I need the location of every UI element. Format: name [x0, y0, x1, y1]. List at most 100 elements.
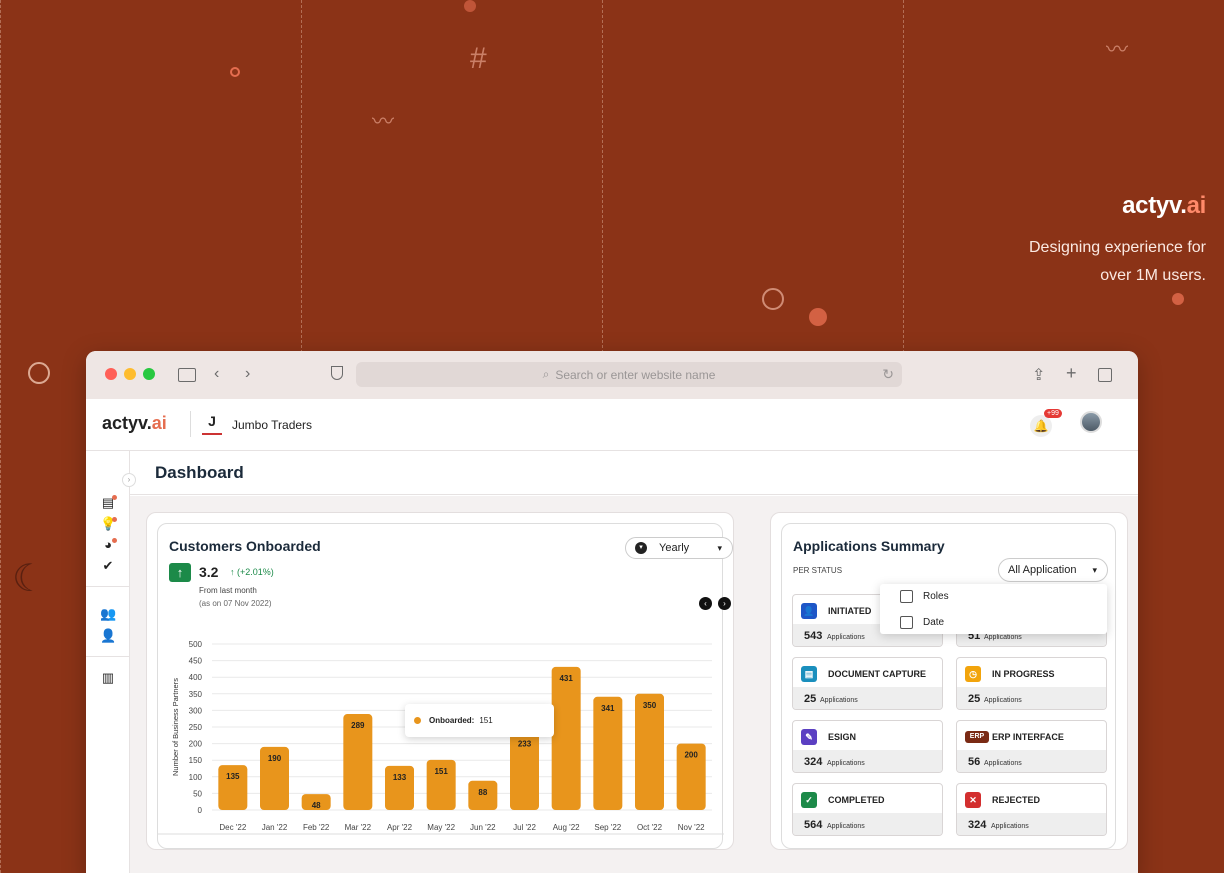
notification-badge: +99	[1044, 409, 1062, 418]
status-card[interactable]: ◷ IN PROGRESS 25 Applications	[956, 657, 1107, 710]
deco-dot	[1172, 293, 1184, 305]
y-tick-label: 250	[189, 723, 203, 732]
avatar[interactable]	[1080, 411, 1102, 433]
deco-dot	[464, 0, 476, 12]
bar-value-label: 431	[559, 674, 573, 683]
as-on-date-label: (as on 07 Nov 2022)	[199, 599, 272, 608]
document-icon: ▤	[801, 666, 817, 682]
reload-icon[interactable]: ↻	[882, 366, 894, 383]
sidebar-divider	[86, 586, 130, 587]
bar-value-label: 151	[434, 767, 448, 776]
status-card[interactable]: ✎ ESIGN 324 Applications	[792, 720, 943, 773]
x-tick-label: Apr '22	[387, 823, 413, 832]
forward-icon[interactable]: ›	[245, 365, 250, 383]
per-status-label: PER STATUS	[793, 566, 843, 575]
status-applications-label: Applications	[820, 697, 858, 704]
status-count: 324	[968, 819, 987, 831]
application-filter-select[interactable]: All Application ▾	[998, 558, 1108, 582]
customers-onboarded-title: Customers Onboarded	[169, 538, 321, 554]
y-tick-label: 100	[189, 773, 203, 782]
maximize-window-button[interactable]	[143, 368, 155, 380]
close-window-button[interactable]	[105, 368, 117, 380]
status-applications-label: Applications	[984, 697, 1022, 704]
dropdown-item-roles[interactable]: Roles	[900, 590, 949, 603]
arrow-up-icon: ↑	[169, 563, 191, 582]
y-tick-label: 400	[189, 673, 203, 682]
bar-chart-icon[interactable]: ▥	[100, 670, 116, 686]
y-axis-label: Number of Business Partners	[171, 678, 180, 776]
date-checkbox[interactable]	[900, 616, 913, 629]
hero-tagline-line2: over 1M users.	[1100, 267, 1206, 284]
deco-ring	[28, 362, 50, 384]
clock-icon: ◷	[965, 666, 981, 682]
x-tick-label: Sep '22	[594, 823, 621, 832]
status-card[interactable]: ✓ COMPLETED 564 Applications	[792, 783, 943, 836]
sidebar-alert-dot	[112, 495, 117, 500]
deco-moon: ☾	[12, 558, 47, 600]
status-applications-label: Applications	[984, 634, 1022, 641]
deco-squiggle: 〰	[372, 109, 395, 134]
status-count: 324	[804, 756, 823, 768]
sidebar-toggle-icon[interactable]	[178, 368, 196, 382]
address-placeholder: Search or enter website name	[555, 367, 716, 382]
x-tick-label: Dec '22	[219, 823, 246, 832]
page-header: Dashboard	[130, 451, 1138, 495]
privacy-shield-icon[interactable]	[331, 366, 343, 380]
bar-value-label: 88	[478, 788, 487, 797]
sidebar: › ▤ 💡 ◕ ✔ 👥 👤 ▥	[86, 451, 136, 873]
org-initial: J	[202, 413, 222, 435]
application-filter-value: All Application	[1008, 564, 1077, 576]
bar-value-label: 135	[226, 772, 240, 781]
bar-value-label: 341	[601, 704, 615, 713]
x-tick-label: Aug '22	[553, 823, 580, 832]
chevron-down-icon: ▾	[635, 542, 647, 554]
status-applications-label: Applications	[827, 634, 865, 641]
address-bar[interactable]: ⌕ Search or enter website name ↻	[356, 362, 902, 387]
page-title: Dashboard	[155, 463, 244, 482]
users-icon[interactable]: 👥	[100, 606, 116, 622]
x-tick-label: Oct '22	[637, 823, 663, 832]
x-tick-label: Jul '22	[513, 823, 536, 832]
applications-summary-card: Applications Summary PER STATUS All Appl…	[770, 512, 1128, 850]
org-name[interactable]: Jumbo Traders	[232, 418, 312, 432]
user-check-icon[interactable]: ✔	[100, 558, 116, 574]
user-settings-icon[interactable]: 👤	[100, 628, 116, 644]
deco-squiggle: 〰	[1106, 37, 1129, 62]
chevron-down-icon: ▾	[1092, 564, 1097, 575]
back-icon[interactable]: ‹	[214, 365, 219, 383]
status-count: 25	[968, 693, 981, 705]
bell-icon[interactable]: 🔔	[1030, 415, 1052, 437]
status-card[interactable]: ✕ REJECTED 324 Applications	[956, 783, 1107, 836]
x-tick-label: Mar '22	[345, 823, 372, 832]
app-header: actyv.ai J Jumbo Traders 🔔 +99	[86, 399, 1138, 451]
x-tick-label: Nov '22	[678, 823, 705, 832]
status-count: 25	[804, 693, 817, 705]
status-count: 564	[804, 819, 823, 831]
minimize-window-button[interactable]	[124, 368, 136, 380]
status-count: 543	[804, 630, 823, 642]
status-label: REJECTED	[992, 795, 1041, 805]
status-card[interactable]: ▤ DOCUMENT CAPTURE 25 Applications	[792, 657, 943, 710]
y-tick-label: 0	[198, 806, 203, 815]
deco-ring	[762, 288, 784, 310]
chart-bar	[635, 693, 664, 810]
status-card[interactable]: ERP ERP INTERFACE 56 Applications	[956, 720, 1107, 773]
chevron-right-icon[interactable]: ›	[718, 597, 731, 610]
new-tab-icon[interactable]: +	[1066, 363, 1077, 384]
app-logo[interactable]: actyv.ai	[102, 413, 167, 434]
share-icon[interactable]: ⇪	[1032, 365, 1045, 385]
status-label: IN PROGRESS	[992, 669, 1055, 679]
roles-checkbox[interactable]	[900, 590, 913, 603]
tabs-overview-icon[interactable]	[1098, 368, 1112, 382]
y-tick-label: 300	[189, 706, 203, 715]
period-select[interactable]: ▾ Yearly ▾	[625, 537, 733, 559]
app-logo-main: actyv.	[102, 413, 152, 433]
onboarded-delta: ↑ (+2.01%)	[230, 567, 274, 577]
sidebar-divider	[86, 656, 130, 657]
chart-bar	[593, 696, 623, 810]
bar-value-label: 133	[393, 773, 407, 782]
dropdown-item-date[interactable]: Date	[900, 616, 944, 629]
dropdown-item-label: Date	[923, 617, 945, 628]
tooltip-value: 151	[479, 716, 493, 725]
chevron-left-icon[interactable]: ‹	[699, 597, 712, 610]
